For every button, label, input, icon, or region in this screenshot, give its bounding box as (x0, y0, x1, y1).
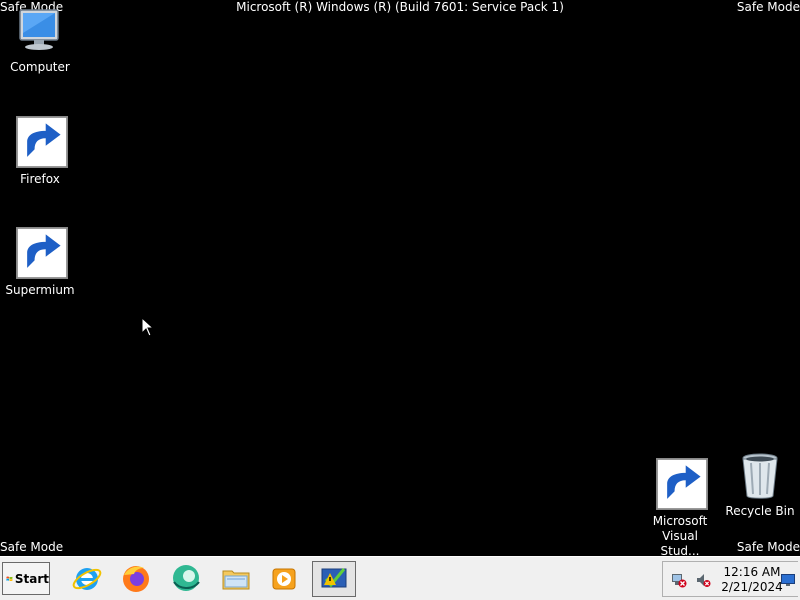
desktop-icon-label: Microsoft Visual Stud... (652, 514, 708, 558)
show-desktop-icon[interactable] (781, 574, 795, 586)
taskbar-action-center[interactable] (312, 561, 356, 597)
taskbar-firefox[interactable] (114, 561, 158, 597)
desktop-icon-supermium[interactable]: Supermium (2, 227, 78, 298)
clock-date: 2/21/2024 (721, 580, 783, 594)
safe-mode-label-bottom-left: Safe Mode (0, 540, 64, 554)
visual-studio-icon (654, 458, 708, 512)
taskbar: Start 12:16 AM 2/21/2024 (0, 556, 800, 600)
action-center-icon (321, 568, 347, 588)
build-info-text: Microsoft (R) Windows (R) (Build 7601: S… (236, 0, 564, 14)
safe-mode-label-top-right: Safe Mode (736, 0, 800, 14)
shortcut-arrow-icon (16, 227, 68, 279)
system-tray: 12:16 AM 2/21/2024 (662, 561, 798, 597)
start-button[interactable]: Start (2, 562, 50, 595)
computer-icon (14, 6, 66, 58)
supermium-icon (173, 565, 200, 591)
shortcut-arrow-icon (16, 116, 68, 168)
desktop-icon-visual-studio[interactable]: Microsoft Visual Stud... (642, 458, 718, 559)
supermium-icon (14, 227, 68, 281)
folder-icon (222, 570, 250, 590)
recycle-bin-icon (734, 450, 786, 502)
firefox-icon (14, 116, 68, 170)
desktop-icon-label: Firefox (20, 172, 60, 186)
taskbar-internet-explorer[interactable] (65, 561, 109, 597)
windows-logo-icon (6, 576, 13, 581)
clock[interactable]: 12:16 AM 2/21/2024 (717, 565, 787, 595)
desktop[interactable]: Safe Mode Microsoft (R) Windows (R) (Bui… (0, 0, 800, 559)
taskbar-windows-explorer[interactable] (214, 561, 258, 597)
mouse-pointer-icon (141, 317, 155, 337)
taskbar-supermium[interactable] (164, 561, 208, 597)
desktop-icon-computer[interactable]: Computer (2, 6, 78, 75)
media-player-icon (272, 568, 296, 590)
taskbar-media-player[interactable] (262, 561, 306, 597)
internet-explorer-icon (72, 568, 102, 590)
network-disconnected-icon[interactable] (671, 572, 687, 588)
volume-muted-icon[interactable] (695, 572, 711, 588)
safe-mode-label-bottom-right: Safe Mode (736, 540, 800, 554)
desktop-icon-label: Supermium (5, 283, 75, 297)
desktop-icon-label: Computer (10, 60, 70, 74)
shortcut-arrow-icon (656, 458, 708, 510)
start-label: Start (14, 571, 49, 586)
clock-time: 12:16 AM (723, 565, 781, 579)
firefox-icon (123, 566, 149, 592)
desktop-icon-recycle-bin[interactable]: Recycle Bin (722, 450, 798, 519)
desktop-icon-firefox[interactable]: Firefox (2, 116, 78, 187)
desktop-icon-label: Recycle Bin (725, 504, 795, 518)
